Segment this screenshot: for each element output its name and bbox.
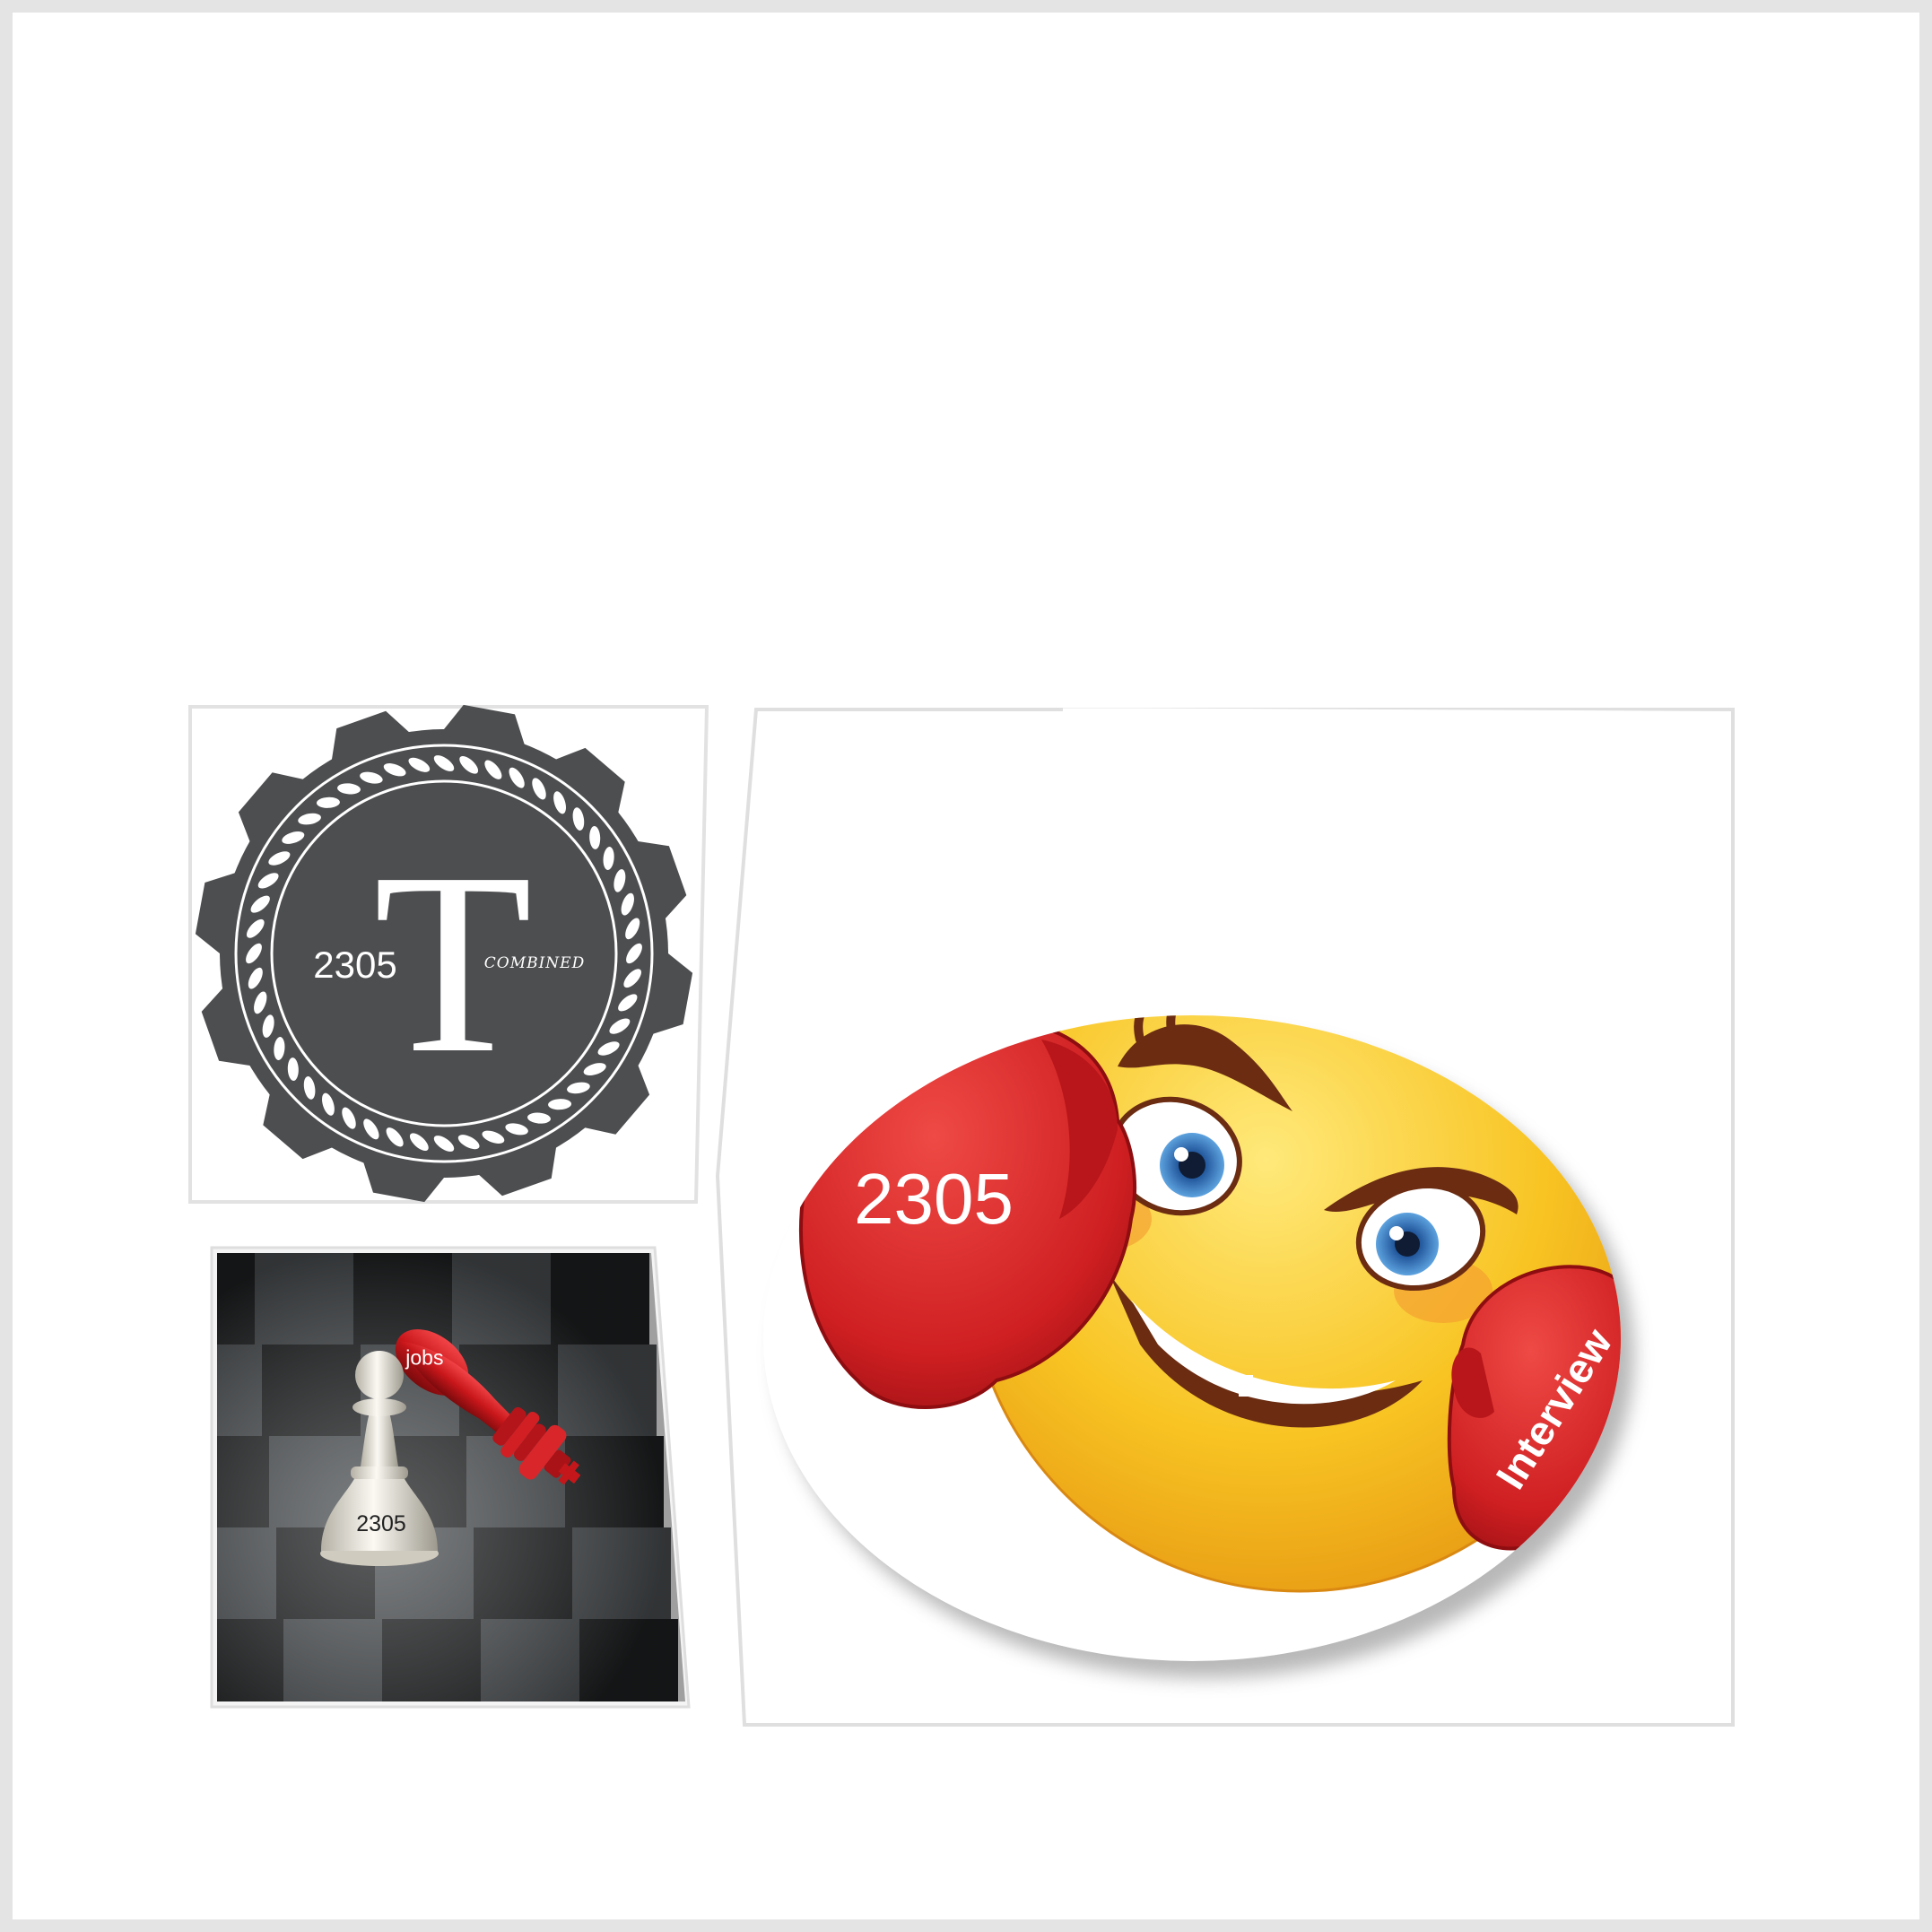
badge-number: 2305	[313, 944, 396, 986]
pawn-label: 2305	[356, 1511, 406, 1536]
badge-tagline: COMBINED	[484, 954, 585, 972]
emoji-panel: 2305 Interview	[713, 708, 1736, 1730]
badge-panel: T 2305 COMBINED	[188, 704, 709, 1205]
boxing-emoji-image: 2305 Interview	[715, 708, 1735, 1727]
glove-left-label: 2305	[854, 1159, 1014, 1239]
badge-image: T 2305 COMBINED	[188, 704, 709, 1204]
chess-image: jobs 2305	[210, 1246, 691, 1709]
king-label: jobs	[405, 1345, 443, 1369]
chess-panel: jobs 2305	[210, 1246, 691, 1710]
